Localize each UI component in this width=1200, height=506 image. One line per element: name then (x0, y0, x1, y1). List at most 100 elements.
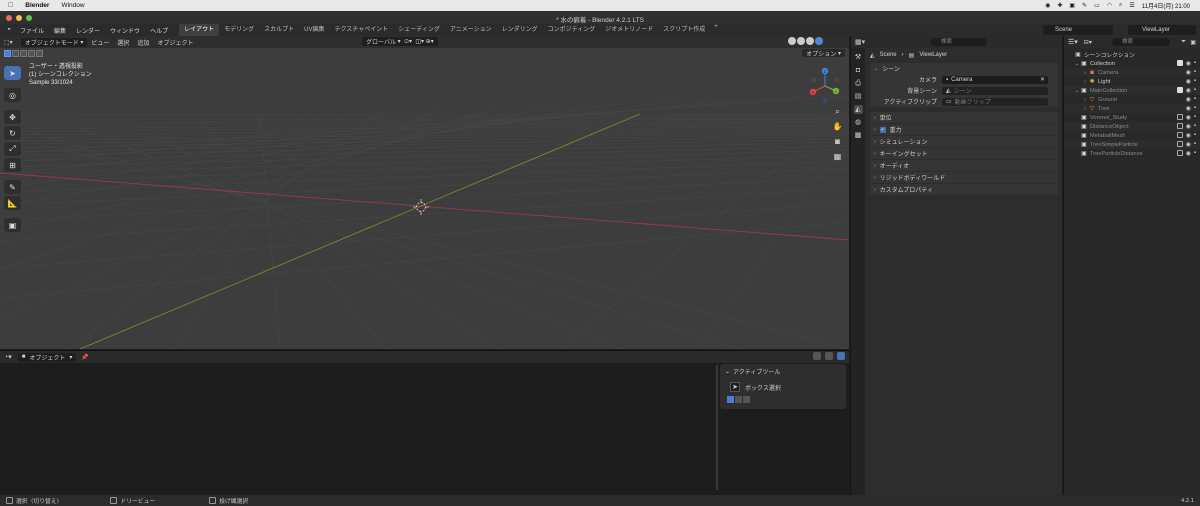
object-mode-dropdown[interactable]: オブジェクトモード ▾ (20, 37, 88, 47)
render-camera-icon[interactable]: ▪ (1194, 105, 1196, 112)
pan-hand-icon[interactable]: ✋ (832, 121, 843, 132)
outliner-item[interactable]: ▣ MetaballMesh ◉ ▪ (1064, 131, 1200, 140)
active-tool-row[interactable]: ➤ ボックス選択 (730, 382, 846, 392)
status-icon-3[interactable]: ▣ (1069, 2, 1075, 9)
battery-icon[interactable]: ▭ (1094, 2, 1100, 9)
solid-shading-icon[interactable] (797, 37, 805, 45)
outliner-item[interactable]: ▣ TreeSimpleParticle ◉ ▪ (1064, 140, 1200, 149)
add-cube-tool-icon[interactable]: ▣ (4, 218, 21, 232)
scale-tool-icon[interactable]: ⤢ (4, 142, 21, 156)
tab-texture-paint[interactable]: テクスチャペイント (329, 24, 393, 36)
menu-render[interactable]: レンダー (71, 26, 105, 35)
select-extend-icon[interactable] (12, 50, 19, 57)
camera-field[interactable]: ▪ Camera ✕ (942, 75, 1048, 84)
eye-icon[interactable]: ◉ (1186, 96, 1191, 103)
tab-modeling[interactable]: モデリング (219, 24, 259, 36)
app-menu[interactable]: Blender (25, 2, 49, 9)
material-shading-icon[interactable] (806, 37, 814, 45)
new-collection-icon[interactable]: ▣ (1190, 39, 1196, 46)
render-camera-icon[interactable]: ▪ (1194, 123, 1196, 130)
outliner-item[interactable]: › ▽ Tree ◉ ▪ (1064, 104, 1200, 113)
scene-selector[interactable]: Scene (1043, 25, 1113, 35)
background-scene-field[interactable]: ◭ シーン (942, 86, 1048, 95)
eye-icon[interactable]: ◉ (1186, 87, 1191, 94)
pin-icon[interactable]: 📌 (81, 354, 88, 361)
tab-shading[interactable]: シェーディング (393, 24, 445, 36)
outliner-item[interactable]: ⌄ ▣ MainCollection ◉ ▪ (1064, 86, 1200, 95)
render-camera-icon[interactable]: ▪ (1194, 96, 1196, 103)
outliner-item[interactable]: ▣ TreeParticleDistance ◉ ▪ (1064, 149, 1200, 158)
tab-compositing[interactable]: コンポジティング (543, 24, 601, 36)
eye-icon[interactable]: ◉ (1186, 123, 1191, 130)
wireframe-shading-icon[interactable] (788, 37, 796, 45)
active-tool-panel-header[interactable]: ⌄ アクティブツール (720, 364, 846, 379)
tab-animation[interactable]: アニメーション (445, 24, 497, 36)
tab-geometry-nodes[interactable]: ジオメトリノード (600, 24, 658, 36)
outliner-item[interactable]: ▣ Voronoi_Study ◉ ▪ (1064, 113, 1200, 122)
status-icon-2[interactable]: ✚ (1057, 2, 1062, 9)
status-icon-4[interactable]: ✎ (1082, 2, 1087, 9)
render-camera-icon[interactable]: ▪ (1194, 69, 1196, 76)
render-camera-icon[interactable]: ▪ (1194, 114, 1196, 121)
outliner-root[interactable]: ▣ シーンコレクション (1064, 50, 1200, 59)
toggle-view-icon[interactable] (813, 352, 821, 360)
scene-panel-header[interactable]: ⌄ シーン (870, 63, 1058, 74)
clock[interactable]: 11月4日(月) 21:00 (1142, 1, 1190, 10)
render-camera-icon[interactable]: ▪ (1194, 87, 1196, 94)
gizmo-neg-y[interactable] (811, 77, 817, 83)
mode-new-icon[interactable] (727, 396, 734, 403)
properties-editor-type-icon[interactable]: ▦▾ (855, 38, 865, 46)
gizmo-neg-x[interactable] (834, 77, 840, 83)
options-dropdown[interactable]: オプション ▾ (802, 49, 845, 58)
transform-orientation-dropdown[interactable]: グローバル ▾ ⊙▾ ◫▾ ⊕▾ (362, 37, 438, 46)
mode-extend-icon[interactable] (735, 396, 742, 403)
audio-panel[interactable]: › オーディオ (870, 160, 1058, 171)
render-camera-icon[interactable]: ▪ (1194, 150, 1196, 157)
mode-subtract-icon[interactable] (743, 396, 750, 403)
eye-icon[interactable]: ◉ (1186, 150, 1191, 157)
select-intersect-icon[interactable] (36, 50, 43, 57)
eye-icon[interactable]: ◉ (1186, 69, 1191, 76)
camera-view-icon[interactable]: ◙ (832, 136, 843, 147)
properties-search-input[interactable]: 検索 (931, 38, 987, 46)
gizmo-neg-z[interactable] (822, 98, 828, 104)
exclude-checkbox[interactable] (1176, 132, 1183, 138)
rotate-tool-icon[interactable]: ↻ (4, 126, 21, 140)
3d-viewport[interactable]: ⬚▾ オブジェクトモード ▾ ビュー 選択 追加 オブジェクト グローバル ▾ … (0, 36, 849, 349)
exclude-checkbox[interactable] (1176, 87, 1183, 93)
simulation-panel[interactable]: › シミュレーション (870, 136, 1058, 147)
tab-uv-editing[interactable]: UV編集 (299, 24, 329, 36)
menu-file[interactable]: ファイル (15, 26, 49, 35)
view-layer-tab-icon[interactable]: ▤ (854, 92, 863, 101)
apple-icon[interactable]:  (8, 2, 13, 9)
collection-tab-icon[interactable]: ▩ (854, 131, 863, 140)
render-camera-icon[interactable]: ▪ (1194, 132, 1196, 139)
outliner-item[interactable]: › ✺ Light ◉ ▪ (1064, 77, 1200, 86)
menu-view[interactable]: ビュー (87, 38, 113, 47)
exclude-checkbox[interactable] (1176, 114, 1183, 120)
gravity-panel[interactable]: › ✓ 重力 (870, 124, 1058, 135)
tab-scripting[interactable]: スクリプト作成 (658, 24, 710, 36)
select-subtract-icon[interactable] (20, 50, 27, 57)
eye-icon[interactable]: ◉ (1186, 141, 1191, 148)
scene-tab-icon[interactable]: ◭ (853, 105, 863, 114)
lower-editor[interactable]: ◔▾ ■ オブジェクト ▾ 📌 ⌄ アクティブツール ➤ ボックス選択 (0, 350, 849, 495)
tab-sculpt[interactable]: スカルプト (259, 24, 299, 36)
annotate-tool-icon[interactable]: ✎ (4, 180, 21, 194)
cursor-tool-icon[interactable]: ◎ (4, 88, 21, 102)
status-icon-1[interactable]: ◉ (1045, 2, 1050, 9)
outliner-search-input[interactable]: 検索 (1112, 38, 1170, 46)
editor-type-icon[interactable]: ⬚▾ (0, 39, 17, 46)
viewlayer-selector[interactable]: ViewLayer (1128, 25, 1196, 35)
menu-object[interactable]: オブジェクト (153, 38, 197, 47)
output-tab-icon[interactable]: ⎙ (854, 79, 863, 88)
window-menu[interactable]: Window (61, 2, 84, 9)
wifi-icon[interactable]: ◠ (1107, 2, 1112, 9)
outliner-editor-type-icon[interactable]: ☰▾ (1068, 38, 1078, 46)
spotlight-icon[interactable]: ⌕ (1119, 2, 1122, 9)
outliner-item[interactable]: › ◙ Camera ◉ ▪ (1064, 68, 1200, 77)
display-mode-icon[interactable]: ⊟▾ (1084, 39, 1092, 46)
transform-tool-icon[interactable]: ⊞ (4, 158, 21, 172)
menu-help[interactable]: ヘルプ (145, 26, 173, 35)
outliner-item[interactable]: › ▽ Ground ◉ ▪ (1064, 95, 1200, 104)
